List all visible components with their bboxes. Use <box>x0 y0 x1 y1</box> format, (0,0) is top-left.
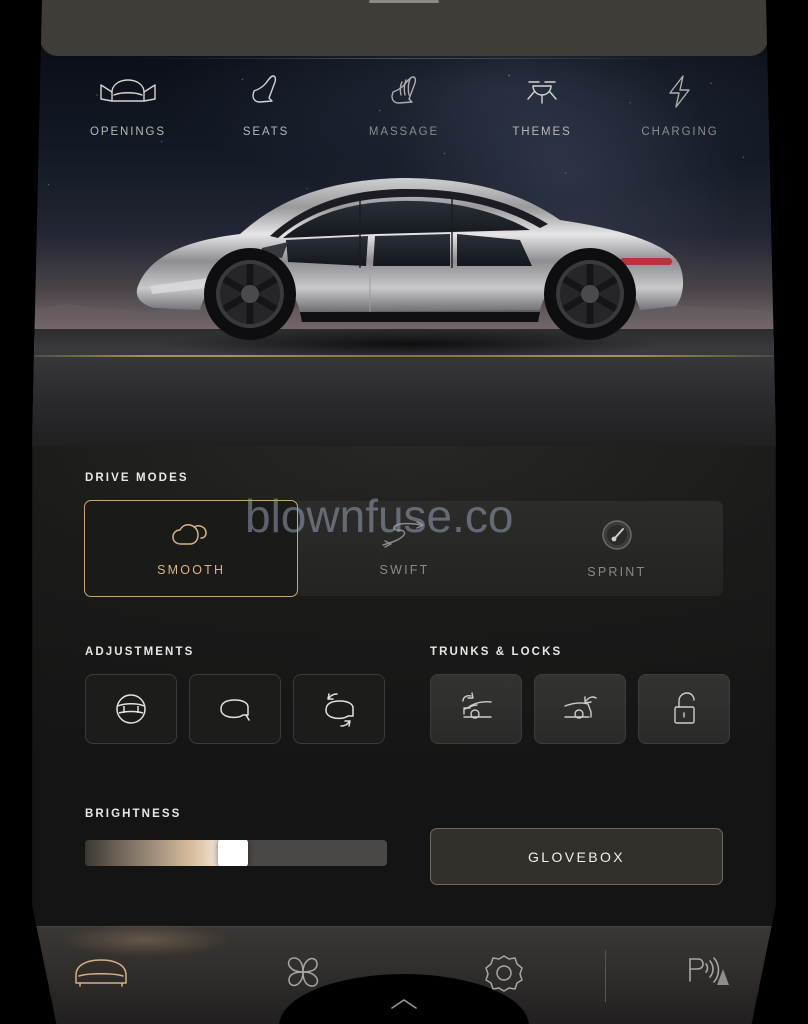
car-illustration <box>120 136 700 366</box>
chevron-up-icon[interactable] <box>387 996 421 1012</box>
trunk-open-icon <box>557 692 603 726</box>
brightness-slider[interactable] <box>85 840 387 866</box>
nav-park-assist-button[interactable] <box>606 927 775 1024</box>
drive-modes-label: DRIVE MODES <box>85 472 189 484</box>
glovebox-label: GLOVEBOX <box>527 848 625 865</box>
vehicle-control-card: OPENINGS SEATS MASSAGE THEMES CHARGING D… <box>32 0 776 1024</box>
adjustments-section: ADJUSTMENTS <box>85 646 385 744</box>
glovebox-button[interactable]: GLOVEBOX <box>430 828 723 885</box>
adjustments-tiles <box>85 674 385 744</box>
trunk-button[interactable] <box>534 674 626 744</box>
lightning-bolt-icon <box>665 72 695 112</box>
mirror-fold-icon <box>317 689 361 729</box>
tab-openings[interactable]: OPENINGS <box>59 56 197 138</box>
steering-wheel-icon <box>112 690 150 728</box>
steering-wheel-button[interactable] <box>85 674 177 744</box>
glovebox-section: GLOVEBOX <box>430 808 723 885</box>
screen-root: OPENINGS SEATS MASSAGE THEMES CHARGING D… <box>0 0 808 1024</box>
drive-modes-row: SMOOTH SWIFT SPRINT <box>84 500 723 597</box>
tab-seats[interactable]: SEATS <box>197 56 335 138</box>
tab-label: SEATS <box>242 126 290 138</box>
trunks-locks-label: TRUNKS & LOCKS <box>430 646 563 658</box>
tab-label: MASSAGE <box>368 126 440 138</box>
tab-label: CHARGING <box>641 126 719 138</box>
tab-label: OPENINGS <box>90 126 166 138</box>
park-assist-icon <box>679 951 735 995</box>
trunks-locks-section: TRUNKS & LOCKS <box>430 646 730 744</box>
bottom-nav-bar <box>32 923 776 1024</box>
brightness-label: BRIGHTNESS <box>85 808 182 820</box>
side-mirror-icon <box>213 693 257 725</box>
drive-mode-label: SPRINT <box>587 565 647 579</box>
seat-icon <box>248 72 284 112</box>
car-doors-open-icon <box>95 72 161 112</box>
unlock-button[interactable] <box>638 674 730 744</box>
drive-mode-label: SMOOTH <box>157 563 226 577</box>
drive-modes-section: DRIVE MODES SMOOTH SWIFT SPRINT <box>84 472 723 597</box>
sheet-top <box>40 0 768 56</box>
brightness-section: BRIGHTNESS <box>85 808 387 866</box>
unlock-padlock-icon <box>668 690 700 728</box>
drive-mode-swift[interactable]: SWIFT <box>298 501 510 596</box>
speedometer-icon <box>600 518 634 552</box>
cloud-icon <box>170 520 212 550</box>
tab-charging[interactable]: CHARGING <box>611 56 749 138</box>
drive-mode-smooth[interactable]: SMOOTH <box>84 500 299 597</box>
dome-light-icon <box>514 72 570 112</box>
drive-mode-label: SWIFT <box>379 563 430 577</box>
fan-icon <box>281 951 325 995</box>
winding-road-icon <box>379 520 429 550</box>
gear-icon <box>483 952 525 994</box>
drag-handle[interactable] <box>369 0 439 3</box>
nav-car-button[interactable] <box>32 927 201 1024</box>
top-tab-bar: OPENINGS SEATS MASSAGE THEMES CHARGING <box>32 56 775 164</box>
car-front-icon <box>70 955 132 991</box>
mirror-fold-button[interactable] <box>293 674 385 744</box>
frunk-button[interactable] <box>430 674 522 744</box>
brightness-thumb[interactable] <box>217 840 248 866</box>
frunk-open-icon <box>453 692 499 726</box>
tab-label: THEMES <box>512 126 572 138</box>
tab-themes[interactable]: THEMES <box>473 56 611 138</box>
drive-mode-sprint[interactable]: SPRINT <box>511 501 723 596</box>
tab-massage[interactable]: MASSAGE <box>335 56 473 138</box>
massage-seat-icon <box>384 72 424 112</box>
adjustments-label: ADJUSTMENTS <box>85 646 195 658</box>
brightness-fill <box>85 840 233 866</box>
trunks-locks-tiles <box>430 674 730 744</box>
side-mirror-button[interactable] <box>189 674 281 744</box>
